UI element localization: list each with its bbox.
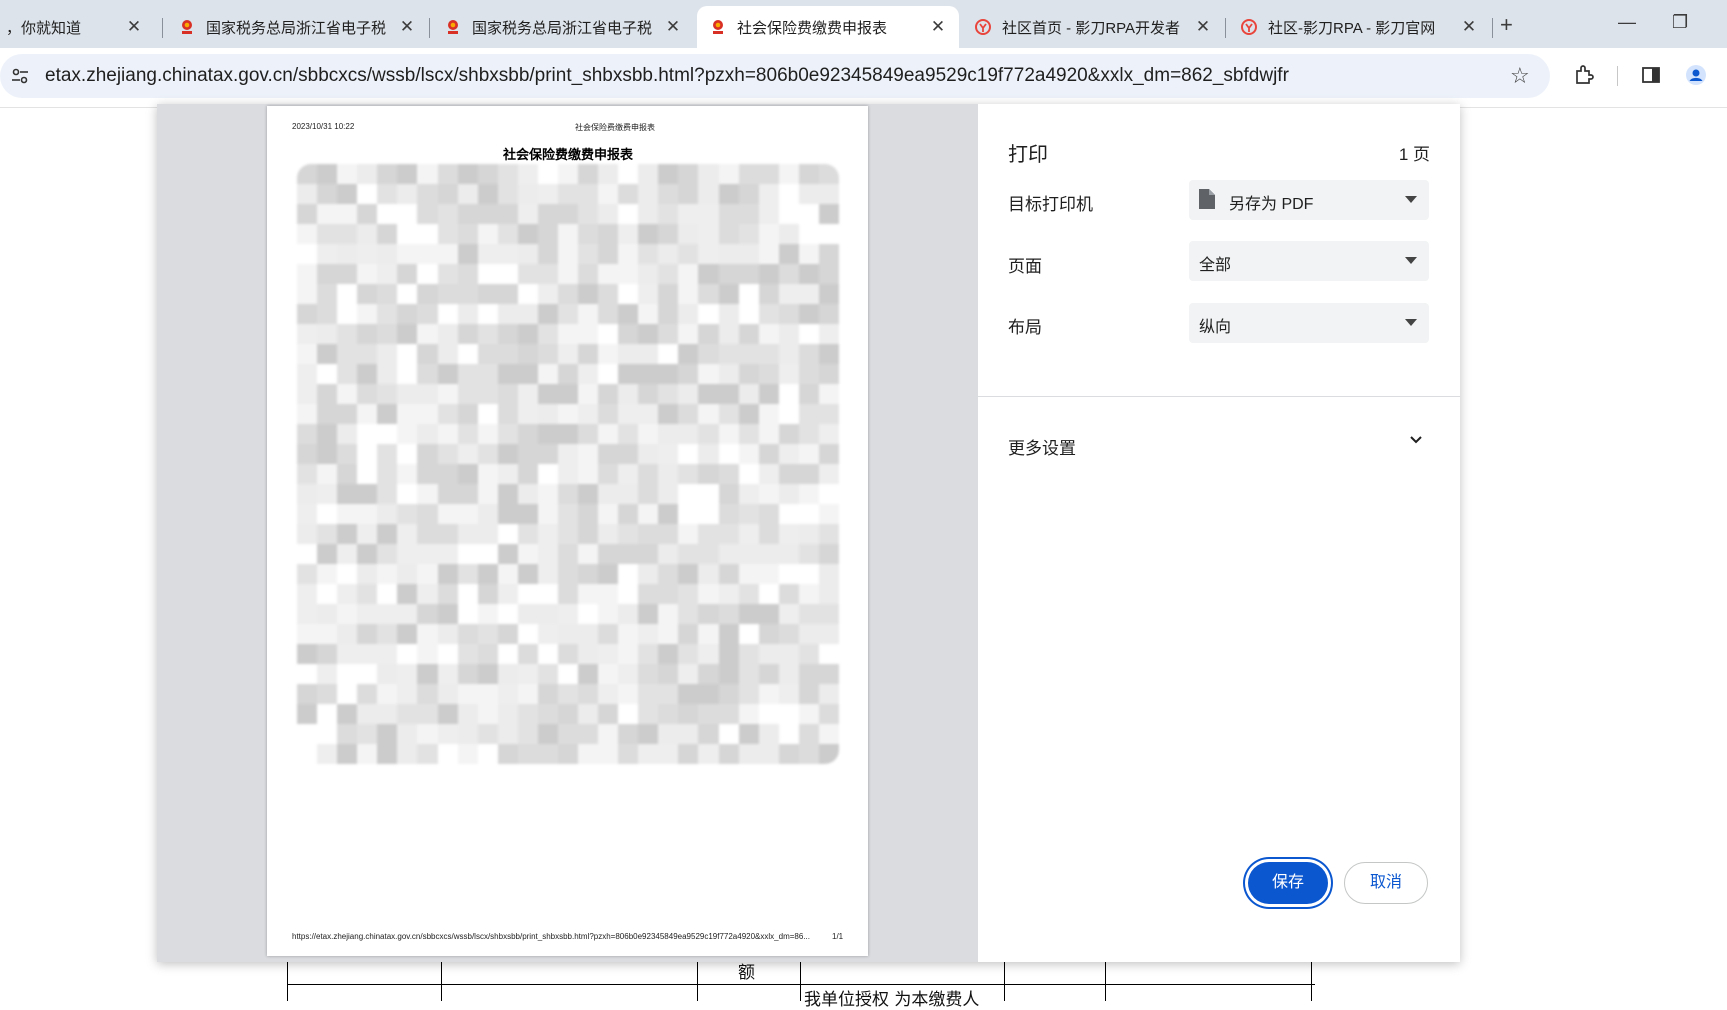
close-icon[interactable]: ✕	[123, 17, 145, 37]
table-cell-text: 我单位授权 为本缴费人	[804, 990, 980, 1010]
tab-separator	[1492, 18, 1493, 38]
toolbar-divider	[1617, 66, 1618, 86]
pages-select[interactable]: 全部	[1189, 241, 1429, 281]
tab-separator	[429, 18, 430, 38]
table-border	[697, 960, 698, 1001]
tab-strip: ，你就知道 ✕ 国家税务总局浙江省电子税 ✕ 国家税务总局浙江省电子税 ✕ 社会…	[0, 0, 1727, 48]
dropdown-arrow-icon	[1405, 257, 1417, 264]
save-button[interactable]: 保存	[1248, 862, 1328, 904]
more-settings-toggle[interactable]: 更多设置	[1008, 434, 1076, 459]
url-text[interactable]: etax.zhejiang.chinatax.gov.cn/sbbcxcs/ws…	[45, 65, 1289, 87]
destination-label: 目标打印机	[1008, 195, 1093, 214]
browser-toolbar: etax.zhejiang.chinatax.gov.cn/sbbcxcs/ws…	[0, 48, 1727, 108]
sheet-footer-page-number: 1/1	[832, 932, 844, 941]
close-icon[interactable]: ✕	[662, 17, 684, 37]
address-bar[interactable]: etax.zhejiang.chinatax.gov.cn/sbbcxcs/ws…	[0, 54, 1550, 98]
chevron-down-icon[interactable]	[1406, 430, 1426, 450]
minimize-button[interactable]: —	[1618, 12, 1636, 33]
close-icon[interactable]: ✕	[1192, 17, 1214, 37]
tab-separator	[162, 18, 163, 38]
tab-4[interactable]: 社区首页 - 影刀RPA开发者 ✕	[962, 6, 1224, 48]
table-border	[1004, 960, 1005, 1001]
tax-emblem-icon	[448, 20, 458, 34]
tab-title: 国家税务总局浙江省电子税	[206, 19, 387, 37]
site-settings-icon[interactable]	[10, 66, 30, 86]
destination-value: 另存为 PDF	[1229, 196, 1314, 213]
table-border	[1105, 960, 1106, 1001]
print-preview-area: 2023/10/31 10:22 社会保险费缴费申报表 社会保险费缴费申报表 h…	[157, 104, 978, 962]
table-border	[1311, 960, 1312, 1001]
tab-title: 社区首页 - 影刀RPA开发者	[1002, 19, 1181, 37]
destination-select[interactable]: 另存为 PDF	[1189, 180, 1429, 220]
sheet-header-date: 2023/10/31 10:22	[292, 122, 355, 131]
tab-2[interactable]: 国家税务总局浙江省电子税 ✕	[432, 6, 694, 48]
tab-separator	[1225, 18, 1226, 38]
tax-emblem-icon	[182, 20, 192, 34]
close-icon[interactable]: ✕	[1458, 17, 1480, 37]
table-border	[441, 960, 442, 1001]
redacted-table-mosaic	[297, 164, 839, 764]
bookmark-star-icon[interactable]: ☆	[1510, 63, 1530, 89]
close-icon[interactable]: ✕	[927, 17, 949, 37]
new-tab-button[interactable]: +	[1500, 12, 1513, 38]
extensions-icon[interactable]	[1573, 64, 1595, 86]
tab-title: ，你就知道	[6, 19, 82, 37]
sheet-footer-url: https://etax.zhejiang.chinatax.gov.cn/sb…	[292, 932, 810, 941]
print-title: 打印	[1008, 144, 1048, 166]
sheet-header-title: 社会保险费缴费申报表	[575, 123, 655, 132]
table-border	[800, 960, 801, 1001]
tab-title: 国家税务总局浙江省电子税	[472, 19, 653, 37]
page-count: 1 页	[1398, 145, 1430, 164]
tab-3-active[interactable]: 社会保险费缴费申报表 ✕	[697, 6, 959, 48]
tab-1[interactable]: 国家税务总局浙江省电子税 ✕	[166, 6, 428, 48]
tab-0[interactable]: ，你就知道 ✕	[0, 6, 155, 48]
document-icon	[1199, 189, 1215, 209]
print-dialog: 2023/10/31 10:22 社会保险费缴费申报表 社会保险费缴费申报表 h…	[157, 104, 1460, 962]
layout-select[interactable]: 纵向	[1189, 303, 1429, 343]
sheet-document-title: 社会保险费缴费申报表	[503, 147, 634, 162]
close-icon[interactable]: ✕	[396, 17, 418, 37]
dropdown-arrow-icon	[1405, 196, 1417, 203]
tab-title: 社区-影刀RPA - 影刀官网	[1268, 19, 1436, 37]
settings-divider	[978, 396, 1460, 397]
restore-button[interactable]: ❐	[1672, 12, 1688, 33]
tab-5[interactable]: 社区-影刀RPA - 影刀官网 ✕	[1228, 6, 1490, 48]
yingdao-icon	[1241, 19, 1257, 35]
dropdown-arrow-icon	[1405, 319, 1417, 326]
cancel-button[interactable]: 取消	[1344, 862, 1428, 904]
profile-avatar-icon[interactable]	[1685, 64, 1707, 86]
preview-sheet: 2023/10/31 10:22 社会保险费缴费申报表 社会保险费缴费申报表 h…	[267, 106, 868, 956]
yingdao-icon	[975, 19, 991, 35]
side-panel-icon[interactable]	[1640, 64, 1662, 86]
layout-value: 纵向	[1199, 319, 1232, 336]
layout-label: 布局	[1008, 318, 1042, 337]
print-settings-panel: 打印 1 页 目标打印机 另存为 PDF 页面 全部 布局 纵向 更多设置 保存…	[978, 104, 1460, 962]
table-border	[287, 960, 288, 1001]
tax-emblem-icon	[713, 20, 723, 34]
tab-title: 社会保险费缴费申报表	[737, 19, 888, 37]
pages-label: 页面	[1008, 257, 1042, 276]
pages-value: 全部	[1199, 257, 1232, 274]
